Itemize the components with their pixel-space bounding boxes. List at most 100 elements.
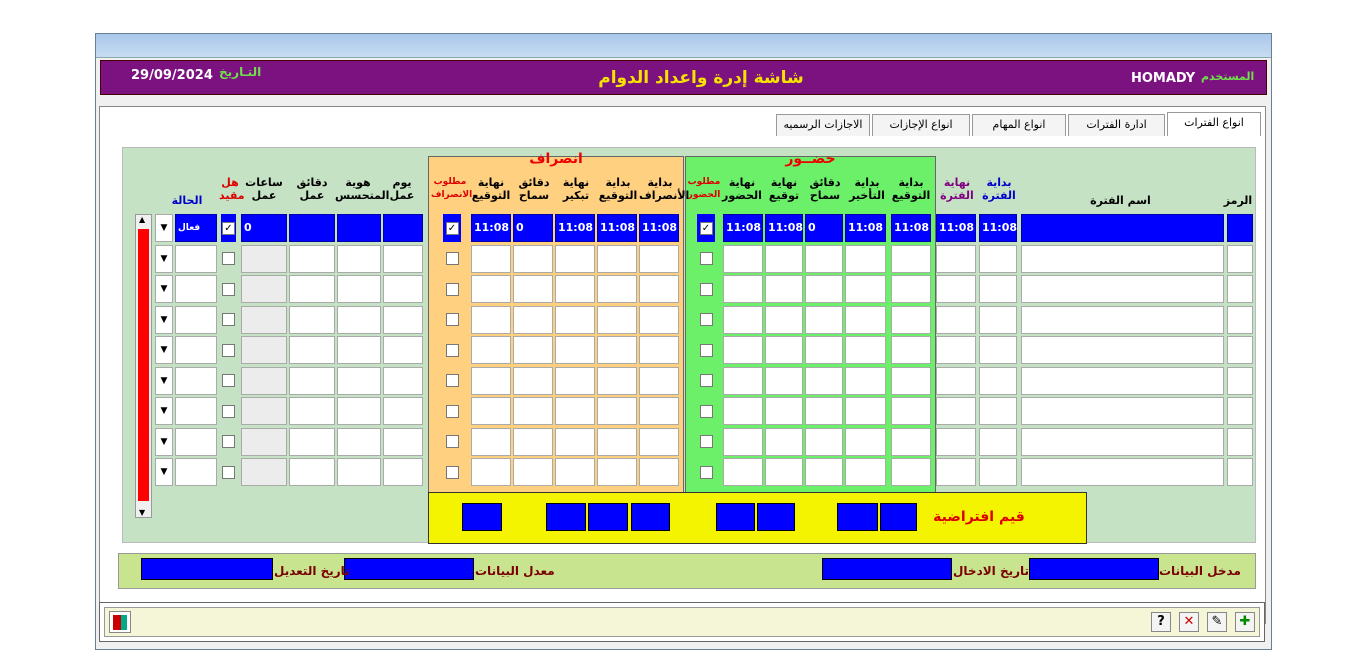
checkbox-restricted[interactable] bbox=[221, 367, 236, 395]
table-cell[interactable] bbox=[1227, 305, 1253, 334]
title-bar[interactable] bbox=[96, 34, 1271, 58]
cell-leave_start[interactable]: 11:08 bbox=[639, 214, 679, 242]
cell-grace_min[interactable]: 0 bbox=[805, 214, 843, 242]
table-cell[interactable] bbox=[1021, 427, 1224, 456]
checkbox-req_attend[interactable] bbox=[697, 458, 715, 486]
checkbox-box[interactable] bbox=[445, 465, 459, 479]
table-cell[interactable] bbox=[289, 397, 335, 425]
table-cell[interactable] bbox=[1227, 397, 1253, 425]
table-cell[interactable] bbox=[979, 336, 1017, 364]
table-cell[interactable] bbox=[289, 336, 335, 364]
table-cell[interactable] bbox=[513, 397, 553, 425]
cell-attend_sign_end[interactable]: 11:08 bbox=[765, 214, 803, 242]
table-cell[interactable] bbox=[471, 458, 511, 486]
table-cell[interactable] bbox=[471, 275, 511, 303]
checkbox-req_leave[interactable] bbox=[443, 428, 461, 456]
cell-work_hours[interactable]: 0 bbox=[241, 214, 287, 242]
table-cell[interactable] bbox=[805, 458, 843, 486]
table-cell[interactable] bbox=[337, 397, 381, 425]
status-dropdown-button[interactable]: ▼ bbox=[155, 244, 173, 273]
table-cell[interactable] bbox=[383, 458, 423, 486]
table-cell[interactable] bbox=[723, 458, 763, 486]
table-cell[interactable] bbox=[241, 366, 287, 395]
table-cell[interactable] bbox=[805, 397, 843, 425]
table-cell[interactable] bbox=[1021, 275, 1224, 303]
edit-button[interactable]: ✎ bbox=[1207, 612, 1227, 632]
checkbox-box[interactable] bbox=[699, 252, 713, 265]
tab-leave-types[interactable]: انواع الإجازات bbox=[872, 114, 970, 136]
cell-workday[interactable] bbox=[383, 214, 423, 242]
checkbox-restricted[interactable] bbox=[221, 428, 236, 456]
exit-button[interactable] bbox=[109, 611, 131, 633]
table-cell[interactable] bbox=[639, 275, 679, 303]
table-cell[interactable] bbox=[1021, 397, 1224, 425]
table-cell[interactable] bbox=[555, 275, 595, 303]
table-cell[interactable] bbox=[805, 366, 843, 395]
table-cell[interactable] bbox=[979, 275, 1017, 303]
checkbox-req_attend[interactable] bbox=[697, 336, 715, 364]
table-cell[interactable] bbox=[289, 275, 335, 303]
table-cell[interactable] bbox=[639, 244, 679, 273]
table-cell[interactable] bbox=[241, 275, 287, 303]
table-cell[interactable] bbox=[383, 275, 423, 303]
table-cell[interactable] bbox=[337, 366, 381, 395]
checkbox-box[interactable] bbox=[222, 404, 235, 418]
checkbox-box[interactable] bbox=[445, 404, 459, 418]
table-cell[interactable] bbox=[936, 397, 976, 425]
cell-period_end[interactable]: 11:08 bbox=[936, 214, 976, 242]
table-cell[interactable] bbox=[555, 244, 595, 273]
status-dropdown-button[interactable]: ▼ bbox=[155, 275, 173, 303]
table-cell[interactable] bbox=[765, 458, 803, 486]
table-cell[interactable] bbox=[555, 458, 595, 486]
table-cell[interactable] bbox=[979, 397, 1017, 425]
table-cell[interactable] bbox=[723, 305, 763, 334]
table-cell[interactable] bbox=[513, 427, 553, 456]
table-cell[interactable] bbox=[936, 275, 976, 303]
checkbox-req_leave[interactable] bbox=[443, 458, 461, 486]
table-cell[interactable] bbox=[289, 427, 335, 456]
table-cell[interactable] bbox=[241, 397, 287, 425]
table-cell[interactable] bbox=[845, 427, 886, 456]
table-cell[interactable] bbox=[337, 427, 381, 456]
tab-period-types[interactable]: انواع الفترات bbox=[1167, 112, 1261, 136]
table-cell[interactable] bbox=[383, 427, 423, 456]
checkbox-box[interactable]: ✓ bbox=[445, 221, 459, 235]
table-cell[interactable] bbox=[597, 305, 637, 334]
table-cell[interactable] bbox=[513, 275, 553, 303]
table-cell[interactable] bbox=[337, 458, 381, 486]
table-cell[interactable] bbox=[555, 366, 595, 395]
table-cell[interactable] bbox=[175, 244, 217, 273]
table-cell[interactable] bbox=[1227, 427, 1253, 456]
table-cell[interactable] bbox=[241, 336, 287, 364]
table-cell[interactable] bbox=[241, 427, 287, 456]
checkbox-box[interactable] bbox=[445, 252, 459, 265]
table-cell[interactable] bbox=[337, 336, 381, 364]
table-cell[interactable] bbox=[1021, 244, 1224, 273]
cell-attend_end[interactable]: 11:08 bbox=[723, 214, 763, 242]
table-cell[interactable] bbox=[337, 275, 381, 303]
entry-date-field[interactable] bbox=[822, 558, 952, 580]
table-cell[interactable] bbox=[513, 305, 553, 334]
table-cell[interactable] bbox=[241, 458, 287, 486]
checkbox-req_leave[interactable] bbox=[443, 397, 461, 425]
checkbox-box[interactable] bbox=[699, 465, 713, 479]
table-cell[interactable] bbox=[337, 305, 381, 334]
table-cell[interactable] bbox=[513, 336, 553, 364]
table-cell[interactable] bbox=[241, 305, 287, 334]
table-cell[interactable] bbox=[1021, 458, 1224, 486]
table-cell[interactable] bbox=[289, 305, 335, 334]
table-cell[interactable] bbox=[805, 427, 843, 456]
cell-name[interactable] bbox=[1021, 214, 1224, 242]
table-cell[interactable] bbox=[639, 366, 679, 395]
checkbox-box[interactable] bbox=[445, 343, 459, 357]
table-cell[interactable] bbox=[765, 305, 803, 334]
checkbox-restricted[interactable]: ✓ bbox=[221, 214, 236, 242]
table-cell[interactable] bbox=[891, 427, 931, 456]
add-button[interactable]: ✚ bbox=[1235, 612, 1255, 632]
table-cell[interactable] bbox=[383, 336, 423, 364]
table-cell[interactable] bbox=[891, 458, 931, 486]
table-cell[interactable] bbox=[471, 305, 511, 334]
table-cell[interactable] bbox=[979, 244, 1017, 273]
checkbox-box[interactable] bbox=[699, 435, 713, 448]
checkbox-box[interactable] bbox=[699, 374, 713, 387]
